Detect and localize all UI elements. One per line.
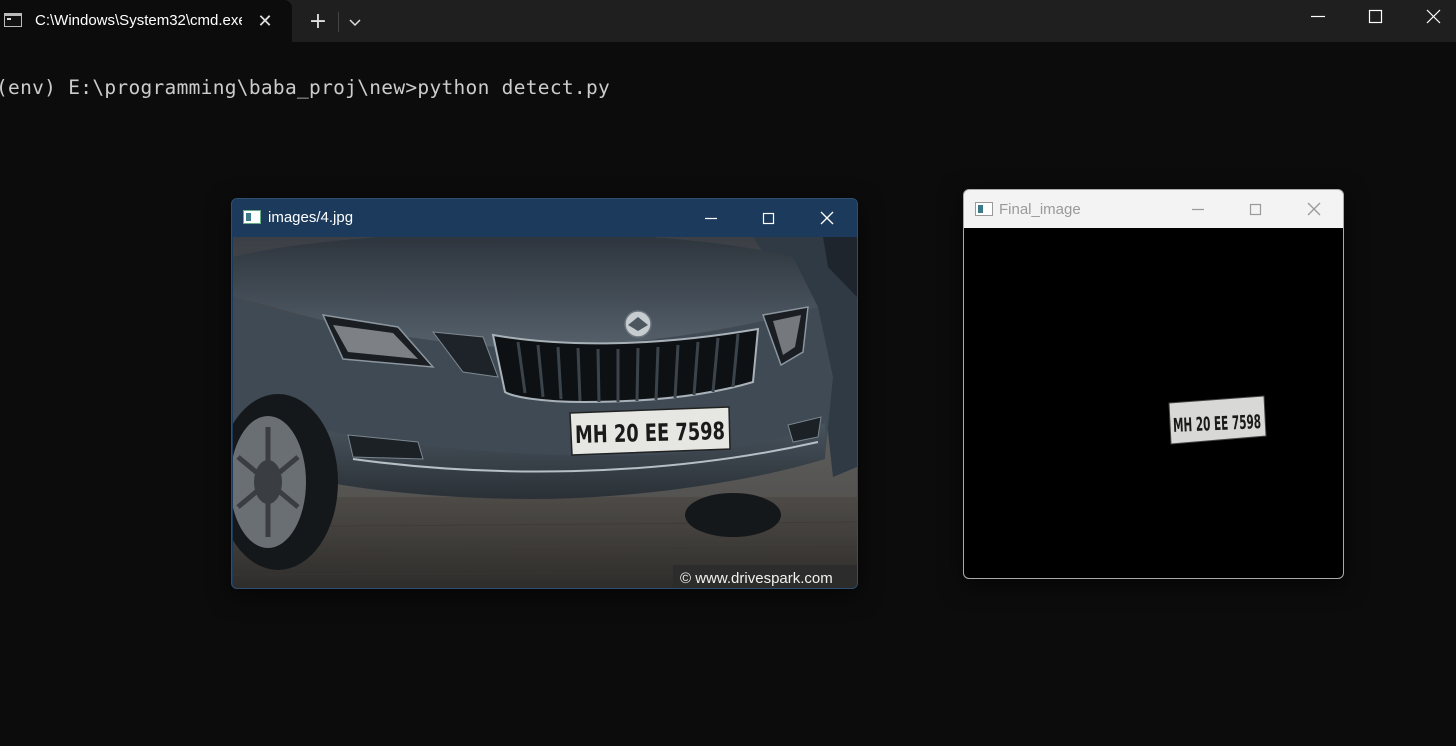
image-watermark: © www.drivespark.com — [680, 570, 833, 587]
image-window[interactable]: images/4.jpg MH 20 EE 7598 © www.drivesp… — [231, 198, 858, 589]
terminal-tab-bar: C:\Windows\System32\cmd.exe ✕ + — [0, 0, 1456, 42]
final-window-minimize-button[interactable] — [1183, 194, 1213, 224]
terminal-maximize-button[interactable] — [1346, 0, 1404, 34]
image-window-minimize-button[interactable] — [696, 203, 726, 233]
final-window-maximize-button[interactable] — [1241, 194, 1271, 224]
image-window-maximize-button[interactable] — [754, 203, 784, 233]
terminal-command-line[interactable]: (env) E:\programming\baba_proj\new>pytho… — [0, 76, 610, 99]
tab-dropdown-button[interactable] — [342, 8, 368, 36]
image-window-titlebar[interactable]: images/4.jpg — [232, 199, 857, 237]
tab-title: C:\Windows\System32\cmd.exe — [35, 12, 242, 29]
final-image-window[interactable]: Final_image MH 20 EE 7598 — [963, 189, 1344, 579]
close-icon — [1426, 9, 1441, 24]
final-window-title: Final_image — [999, 201, 1081, 218]
final-window-close-button[interactable] — [1299, 194, 1329, 224]
new-tab-button[interactable]: + — [305, 8, 331, 36]
minimize-icon — [705, 217, 717, 220]
terminal-minimize-button[interactable] — [1288, 0, 1346, 34]
image-window-title: images/4.jpg — [268, 209, 354, 226]
chevron-down-icon — [349, 19, 361, 27]
image-window-close-button[interactable] — [812, 203, 842, 233]
final-image: MH 20 EE 7598 — [964, 228, 1343, 578]
cropped-plate-image: MH 20 EE 7598 — [1168, 395, 1267, 445]
car-image: MH 20 EE 7598 © www.drivespark.com — [233, 237, 857, 588]
tab-close-button[interactable]: ✕ — [252, 9, 278, 35]
close-icon — [820, 211, 834, 225]
minimize-icon — [1192, 208, 1204, 211]
maximize-icon — [762, 212, 775, 225]
terminal-tab[interactable]: C:\Windows\System32\cmd.exe ✕ — [0, 0, 292, 42]
maximize-icon — [1249, 203, 1262, 216]
close-icon — [1307, 202, 1321, 216]
opencv-window-icon — [975, 202, 993, 216]
maximize-icon — [1368, 9, 1383, 24]
car-photo: MH 20 EE 7598 © www.drivespark.com — [233, 237, 857, 588]
terminal-close-button[interactable] — [1404, 0, 1456, 34]
opencv-window-icon — [243, 210, 261, 224]
plate-number: MH 20 EE 7598 — [575, 417, 726, 449]
cropped-plate-number: MH 20 EE 7598 — [1173, 411, 1262, 437]
tab-divider — [338, 12, 339, 32]
minimize-icon — [1311, 15, 1325, 18]
terminal-icon — [4, 13, 22, 27]
